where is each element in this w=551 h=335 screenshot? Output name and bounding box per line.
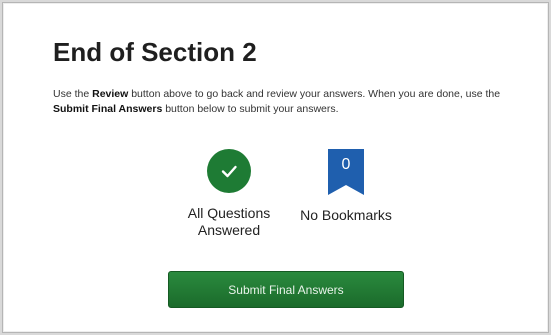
bookmark-count: 0 <box>341 156 351 173</box>
section-end-panel: End of Section 2 Use the Review button a… <box>2 2 549 333</box>
submit-keyword: Submit Final Answers <box>53 103 163 115</box>
submit-final-answers-button[interactable]: Submit Final Answers <box>168 271 404 308</box>
page-title: End of Section 2 <box>53 37 257 67</box>
checkmark-icon <box>207 149 251 193</box>
instructions-part-2: button above to go back and review your … <box>128 88 501 100</box>
instructions-part-1: Use the <box>53 88 93 100</box>
answered-label-line-1: All Questions <box>187 205 271 221</box>
instructions-text: Use the Review button above to go back a… <box>53 87 513 117</box>
answered-status: All Questions Answered <box>179 149 279 239</box>
instructions-part-3: button below to submit your answers. <box>162 103 339 115</box>
answered-label-line-2: Answered <box>197 222 261 238</box>
review-keyword: Review <box>92 88 129 100</box>
bookmarks-status: 0 No Bookmarks <box>293 149 399 224</box>
bookmark-icon: 0 <box>328 149 364 195</box>
answered-label: All Questions Answered <box>179 205 279 239</box>
bookmarks-label: No Bookmarks <box>300 207 392 223</box>
